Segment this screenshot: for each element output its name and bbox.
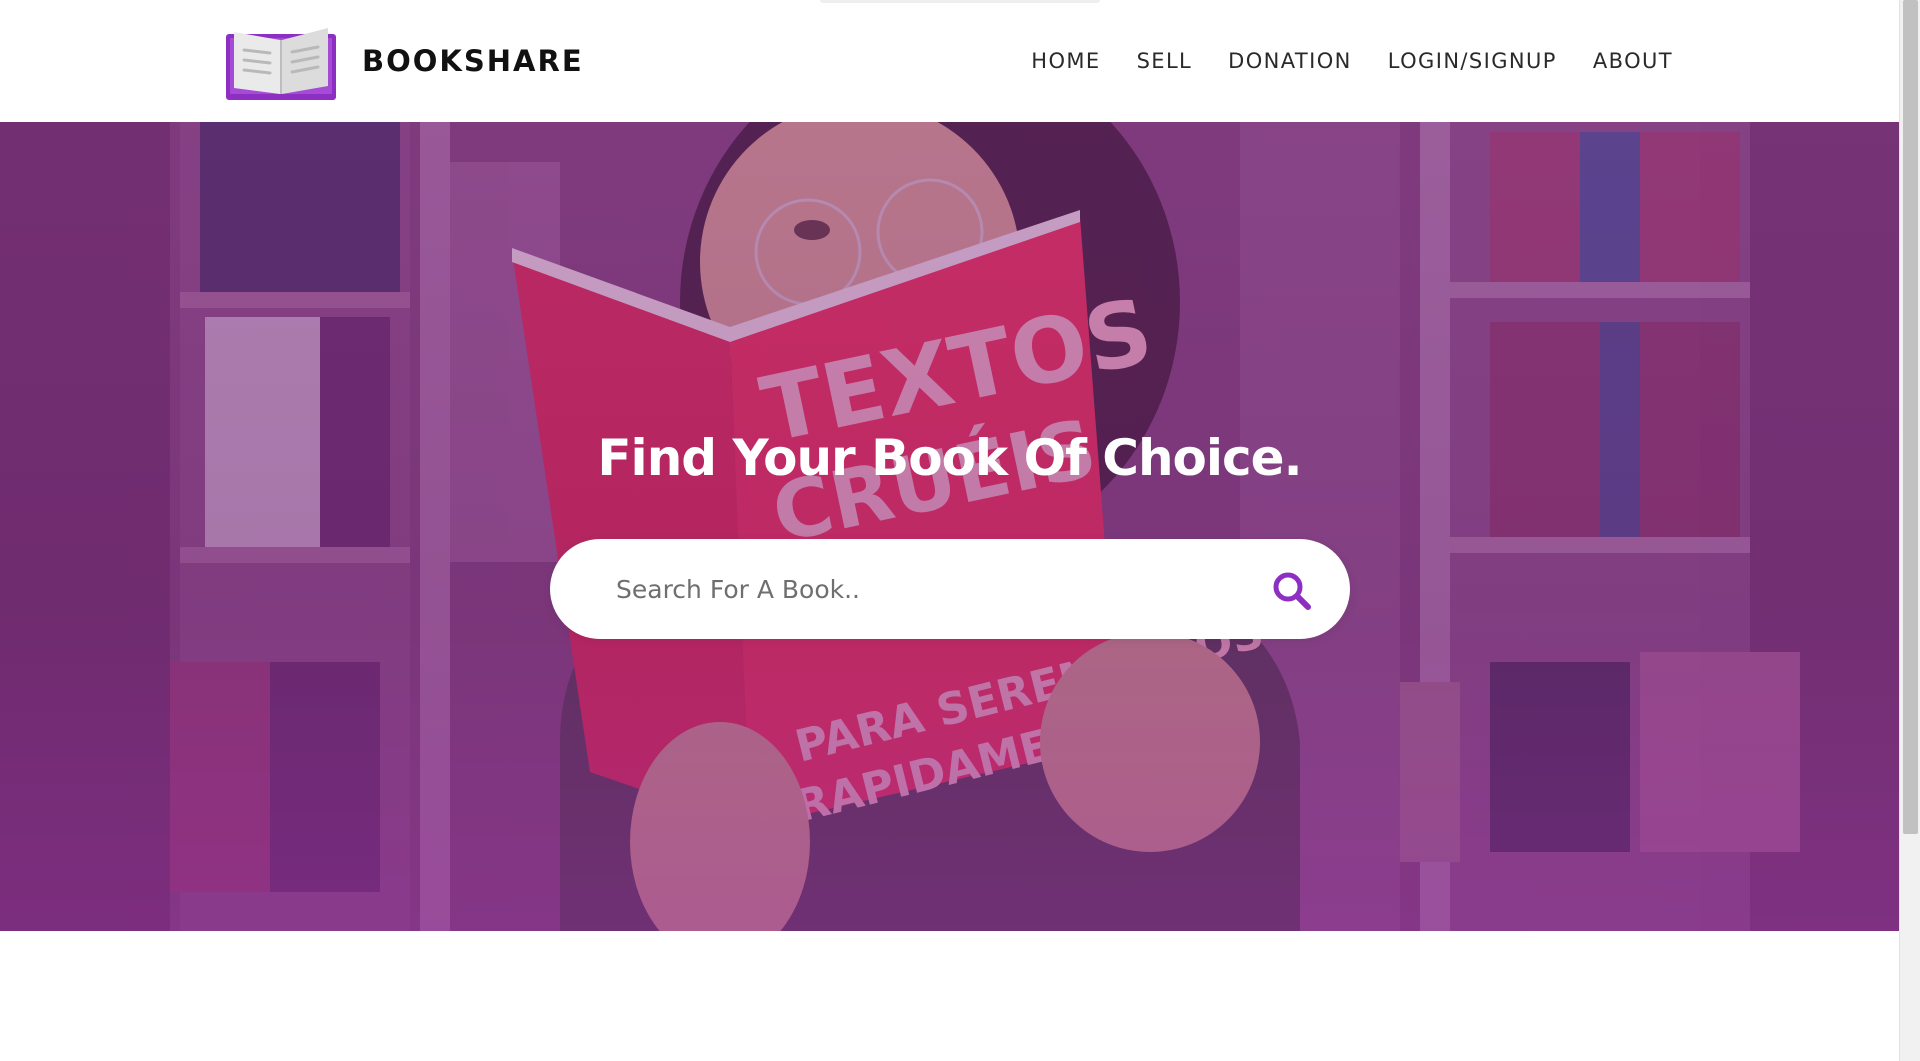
site-header: BOOKSHARE HOME SELL DONATION LOGIN/SIGNU…	[0, 0, 1899, 122]
brand-name[interactable]: BOOKSHARE	[362, 42, 584, 80]
nav-donation[interactable]: DONATION	[1228, 46, 1352, 76]
nav-login-signup[interactable]: LOGIN/SIGNUP	[1388, 46, 1557, 76]
search-button[interactable]	[1270, 569, 1314, 613]
nav-home[interactable]: HOME	[1031, 46, 1100, 76]
nav-about[interactable]: ABOUT	[1593, 46, 1673, 76]
nav-sell[interactable]: SELL	[1137, 46, 1193, 76]
hero-overlay	[0, 122, 1899, 931]
hero-title: Find Your Book Of Choice.	[597, 429, 1302, 487]
search-icon	[1273, 572, 1311, 610]
open-book-icon[interactable]	[226, 24, 336, 100]
search-input[interactable]	[614, 563, 1214, 615]
main-nav: HOME SELL DONATION LOGIN/SIGNUP ABOUT	[1031, 46, 1673, 76]
search-bar	[550, 539, 1350, 639]
page-scrollbar[interactable]	[1899, 0, 1920, 1061]
top-edge-tab	[820, 0, 1100, 3]
hero-section: TEXTOS CRUÉIS PARA SEREM LIDOS RAPIDAMEN…	[0, 122, 1899, 931]
page: BOOKSHARE HOME SELL DONATION LOGIN/SIGNU…	[0, 0, 1920, 1061]
scrollbar-thumb[interactable]	[1903, 0, 1918, 834]
